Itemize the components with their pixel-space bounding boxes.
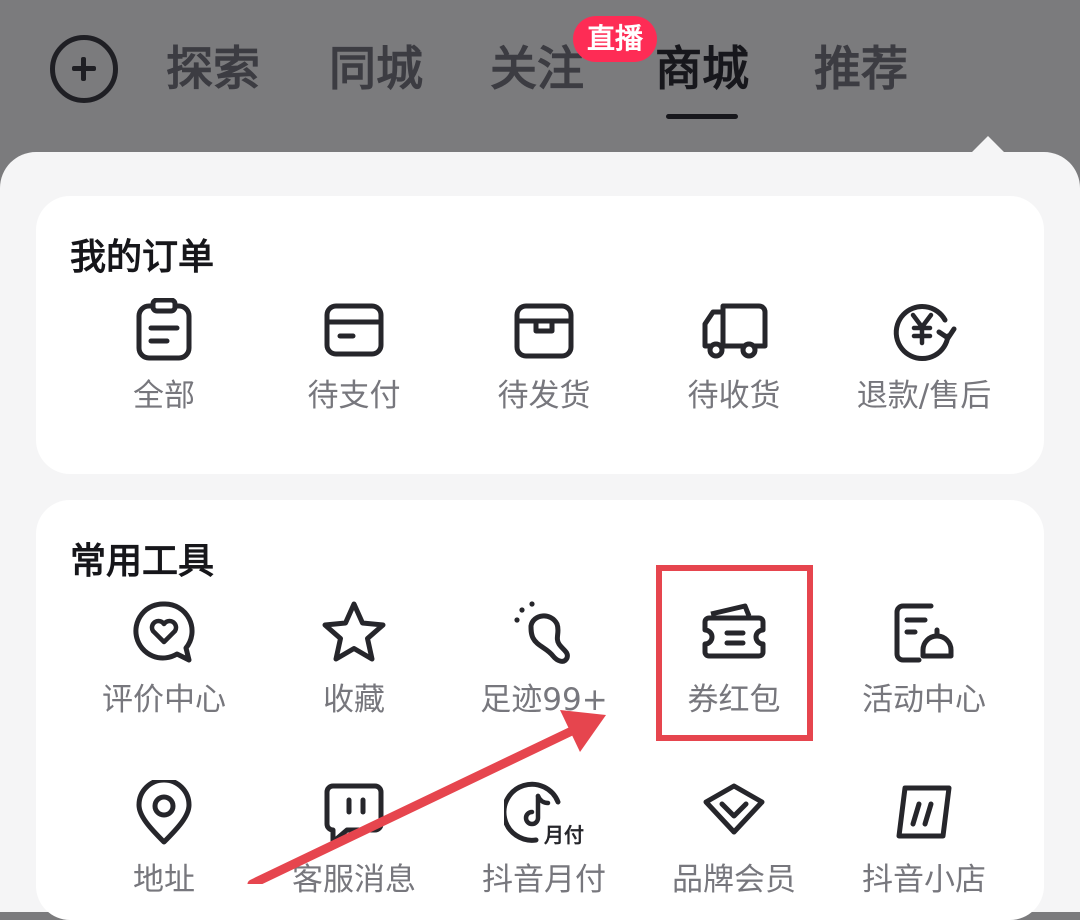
pointer-arrow xyxy=(247,710,606,884)
